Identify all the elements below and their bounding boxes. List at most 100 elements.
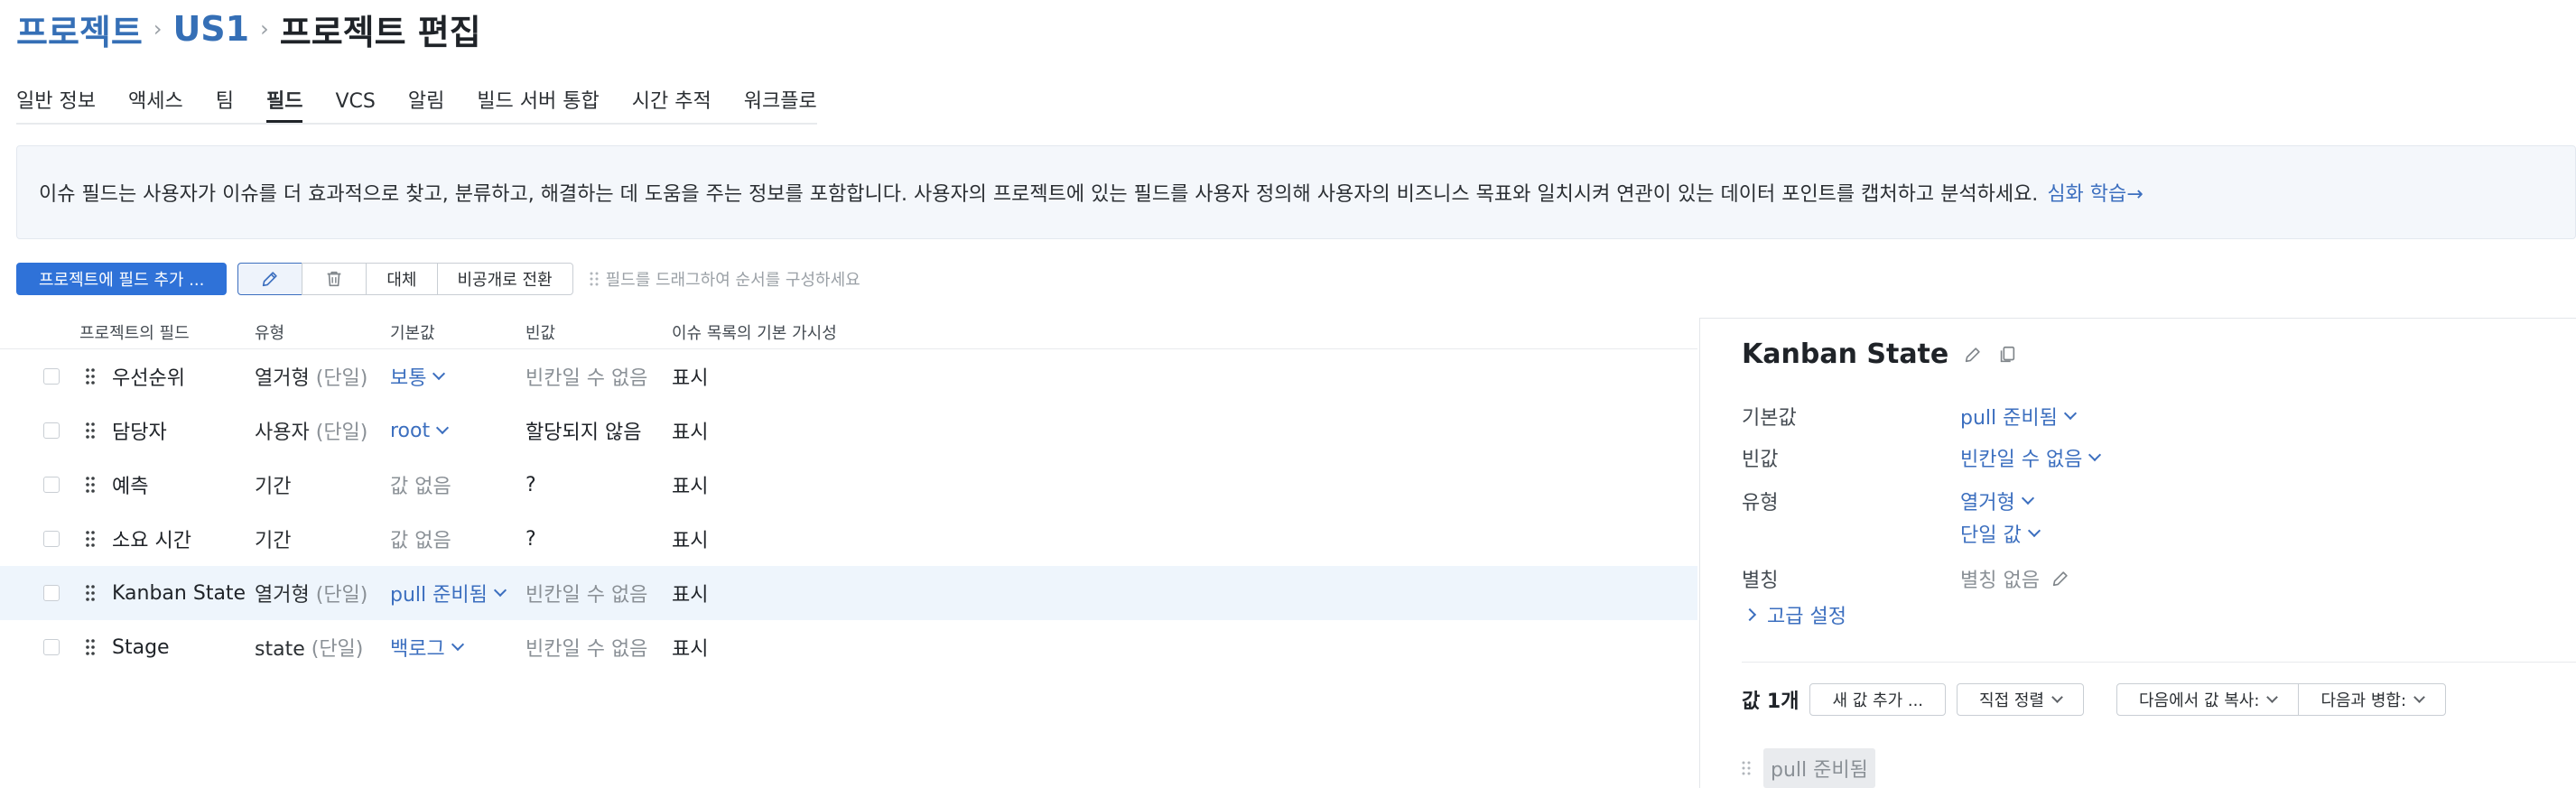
chevron-down-icon: [2021, 491, 2034, 505]
tab-fields[interactable]: 필드: [265, 85, 303, 123]
field-type-sub: (단일): [315, 367, 368, 390]
empty-value-dropdown[interactable]: 빈칸일 수 없음: [1960, 443, 2102, 472]
row-checkbox[interactable]: [43, 585, 60, 601]
field-name[interactable]: 담당자: [112, 416, 167, 445]
tab-vcs[interactable]: VCS: [335, 85, 375, 121]
rename-button[interactable]: [1963, 345, 1983, 365]
chevron-down-icon: [432, 366, 446, 381]
pencil-icon[interactable]: [2051, 569, 2070, 589]
column-header-type: 유형: [255, 324, 285, 343]
replace-button[interactable]: 대체: [366, 263, 438, 295]
tab-general[interactable]: 일반 정보: [16, 85, 96, 121]
breadcrumb-projects-link[interactable]: 프로젝트: [16, 5, 143, 54]
row-checkbox[interactable]: [43, 422, 60, 439]
add-field-button[interactable]: 프로젝트에 필드 추가 ...: [16, 263, 228, 295]
trash-icon: [328, 271, 341, 287]
chevron-down-icon: [436, 421, 450, 435]
copy-values-from-dropdown[interactable]: 다음에서 값 복사:: [2116, 683, 2300, 716]
pencil-icon: [1966, 347, 1980, 362]
cardinality-dropdown[interactable]: 단일 값: [1960, 519, 2041, 548]
field-type-label: 열거형: [255, 584, 310, 607]
drag-handle-icon[interactable]: [85, 476, 96, 494]
edit-field-button[interactable]: [237, 263, 303, 295]
merge-with-dropdown[interactable]: 다음과 병합:: [2298, 683, 2447, 716]
tab-time-tracking[interactable]: 시간 추적: [632, 85, 711, 121]
drag-handle-icon[interactable]: [85, 367, 96, 385]
empty-value-label: 빈값: [1742, 449, 1779, 471]
tab-notifications[interactable]: 알림: [408, 85, 444, 121]
sort-dropdown[interactable]: 직접 정렬: [1957, 683, 2084, 716]
column-header-empty: 빈값: [525, 324, 556, 343]
field-name[interactable]: Stage: [112, 636, 170, 659]
list-item[interactable]: pull 준비됨: [1742, 748, 1875, 788]
visibility-value[interactable]: 표시: [672, 633, 708, 662]
fields-table: 프로젝트의 필드 유형 기본값 빈값 이슈 목록의 기본 가시성 우선순위 열거…: [0, 316, 1697, 674]
add-value-button[interactable]: 새 값 추가 ...: [1809, 683, 1947, 716]
field-name[interactable]: 예측: [112, 470, 148, 499]
drag-handle-icon[interactable]: [1742, 760, 1751, 776]
field-type-label: state: [255, 638, 305, 661]
field-name[interactable]: Kanban State: [112, 582, 246, 605]
table-row[interactable]: 담당자 사용자 (단일) root 할당되지 않음 표시: [0, 403, 1697, 458]
type-label: 유형: [1742, 492, 1779, 515]
value-copy-merge-group: 다음에서 값 복사: 다음과 병합:: [2116, 683, 2447, 716]
alias-text: 별칭 없음: [1960, 570, 2040, 592]
fields-toolbar: 프로젝트에 필드 추가 ... 대체 비공개로 전환 필드를 드래그하여 순서를…: [16, 262, 860, 296]
chevron-down-icon: [2027, 524, 2041, 538]
advanced-settings-toggle[interactable]: 고급 설정: [1743, 600, 1846, 629]
drag-handle-icon[interactable]: [85, 638, 96, 656]
value-chip[interactable]: pull 준비됨: [1763, 748, 1875, 788]
visibility-value[interactable]: 표시: [672, 524, 708, 553]
empty-value: 빈칸일 수 없음: [525, 584, 648, 607]
drag-handle-icon[interactable]: [85, 422, 96, 440]
visibility-value[interactable]: 표시: [672, 416, 708, 445]
default-value-dropdown[interactable]: 보통: [390, 362, 446, 391]
make-private-button[interactable]: 비공개로 전환: [436, 263, 573, 295]
copy-button[interactable]: [1997, 345, 2017, 365]
table-row[interactable]: 우선순위 열거형 (단일) 보통 빈칸일 수 없음 표시: [0, 349, 1697, 403]
row-checkbox[interactable]: [43, 368, 60, 385]
field-name[interactable]: 소요 시간: [112, 524, 191, 553]
info-banner: 이슈 필드는 사용자가 이슈를 더 효과적으로 찾고, 분류하고, 해결하는 데…: [16, 145, 2576, 239]
merge-with-label: 다음과 병합:: [2320, 691, 2407, 710]
breadcrumb-separator: ›: [153, 16, 163, 42]
table-row[interactable]: 소요 시간 기간 값 없음 ? 표시: [0, 512, 1697, 566]
tab-build-server[interactable]: 빌드 서버 통합: [477, 85, 599, 121]
visibility-value[interactable]: 표시: [672, 470, 708, 499]
table-row[interactable]: Stage state (단일) 백로그 빈칸일 수 없음 표시: [0, 620, 1697, 674]
tab-workflow[interactable]: 워크플로: [744, 85, 817, 121]
default-value-text: 보통: [390, 367, 427, 390]
default-value-dropdown[interactable]: 백로그: [390, 633, 464, 662]
row-checkbox[interactable]: [43, 639, 60, 655]
breadcrumb-project-link[interactable]: US1: [172, 9, 249, 49]
learn-more-link[interactable]: 심화 학습→: [2047, 178, 2143, 207]
field-detail-panel: Kanban State 기본값 pull 준비됨 빈값 빈칸일 수 없음 유형…: [1699, 318, 2576, 788]
tab-access[interactable]: 액세스: [128, 85, 183, 121]
visibility-value[interactable]: 표시: [672, 362, 708, 391]
panel-title: Kanban State: [1742, 338, 2017, 370]
field-type-sub: (단일): [315, 422, 368, 444]
default-value-dropdown[interactable]: root: [390, 419, 450, 442]
table-row-selected[interactable]: Kanban State 열거형 (단일) pull 준비됨 빈칸일 수 없음 …: [0, 566, 1697, 620]
table-row[interactable]: 예측 기간 값 없음 ? 표시: [0, 458, 1697, 512]
visibility-value[interactable]: 표시: [672, 579, 708, 607]
default-value-dropdown[interactable]: pull 준비됨: [1960, 402, 2077, 431]
chevron-down-icon: [2051, 691, 2063, 703]
drag-handle-icon[interactable]: [85, 584, 96, 602]
field-actions-group: 대체 비공개로 전환: [237, 263, 573, 295]
drag-handle-icon[interactable]: [85, 530, 96, 548]
field-type-sub: (단일): [311, 638, 364, 661]
field-type: 기간: [255, 524, 291, 553]
field-type-label: 열거형: [255, 367, 310, 390]
copy-icon: [2001, 346, 2015, 362]
row-checkbox[interactable]: [43, 477, 60, 493]
default-value-text: root: [390, 419, 431, 442]
tab-team[interactable]: 팀: [216, 85, 234, 121]
field-type-label: 기간: [255, 476, 292, 498]
default-value-dropdown[interactable]: pull 준비됨: [390, 579, 507, 607]
field-name[interactable]: 우선순위: [112, 362, 185, 391]
type-dropdown[interactable]: 열거형: [1960, 487, 2034, 515]
row-checkbox[interactable]: [43, 531, 60, 547]
empty-value-text: 빈칸일 수 없음: [1960, 449, 2083, 471]
delete-field-button[interactable]: [302, 263, 367, 295]
